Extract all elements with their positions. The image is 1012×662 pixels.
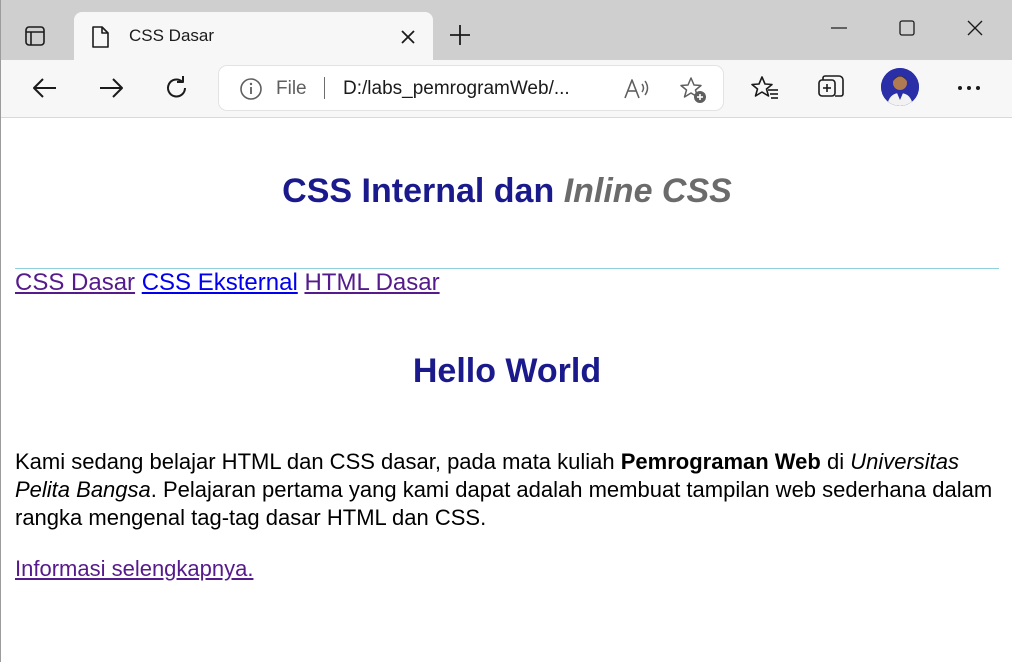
close-icon[interactable]: [394, 23, 422, 51]
maximize-icon[interactable]: [877, 8, 937, 48]
arrow-left-icon[interactable]: [23, 68, 67, 108]
nav-link-css-dasar[interactable]: CSS Dasar: [15, 269, 135, 296]
page-title-inline: Inline CSS: [563, 172, 732, 210]
browser-window: CSS Dasar File D:/labs_pemrogramWeb/... …: [0, 0, 1012, 662]
intro-paragraph: Kami sedang belajar HTML dan CSS dasar, …: [15, 448, 995, 532]
page-title-main: CSS Internal dan: [282, 172, 555, 210]
window-close-icon[interactable]: [945, 8, 1005, 48]
tab-css-dasar[interactable]: CSS Dasar: [74, 12, 433, 60]
page-title: CSS Internal dan Inline CSS: [2, 172, 1012, 211]
page-content: CSS Internal dan Inline CSS CSS Dasar CS…: [2, 118, 1012, 662]
toolbar: File D:/labs_pemrogramWeb/...: [1, 60, 1012, 118]
refresh-icon[interactable]: [155, 68, 199, 108]
tab-actions-icon[interactable]: [15, 18, 55, 54]
address-separator: [324, 77, 325, 99]
paragraph-bold: Pemrograman Web: [620, 449, 821, 474]
address-url[interactable]: D:/labs_pemrogramWeb/...: [343, 78, 570, 100]
collections-icon[interactable]: [809, 68, 853, 108]
info-icon[interactable]: [239, 77, 263, 101]
plus-icon[interactable]: [441, 16, 479, 54]
paragraph-text-2: di: [820, 449, 851, 474]
more-icon[interactable]: [947, 68, 991, 108]
arrow-right-icon[interactable]: [89, 68, 133, 108]
tab-title: CSS Dasar: [129, 26, 215, 45]
nav-link-css-eksternal[interactable]: CSS Eksternal: [142, 269, 298, 296]
star-add-icon[interactable]: [679, 76, 707, 104]
page-icon: [90, 25, 110, 49]
minimize-icon[interactable]: [809, 8, 869, 48]
tab-strip: CSS Dasar: [1, 0, 1012, 60]
nav-link-html-dasar[interactable]: HTML Dasar: [304, 269, 439, 296]
paragraph-text-3: . Pelajaran pertama yang kami dapat adal…: [15, 477, 993, 530]
favorites-icon[interactable]: [743, 68, 787, 108]
read-aloud-icon[interactable]: [623, 76, 651, 102]
avatar[interactable]: [881, 68, 919, 106]
address-bar[interactable]: File D:/labs_pemrogramWeb/...: [219, 66, 723, 110]
hello-heading: Hello World: [412, 352, 602, 390]
nav-links: CSS Dasar CSS Eksternal HTML Dasar: [15, 269, 440, 297]
address-scheme: File: [276, 78, 307, 99]
more-info-link[interactable]: Informasi selengkapnya.: [15, 556, 253, 582]
paragraph-text-1: Kami sedang belajar HTML dan CSS dasar, …: [15, 449, 621, 474]
